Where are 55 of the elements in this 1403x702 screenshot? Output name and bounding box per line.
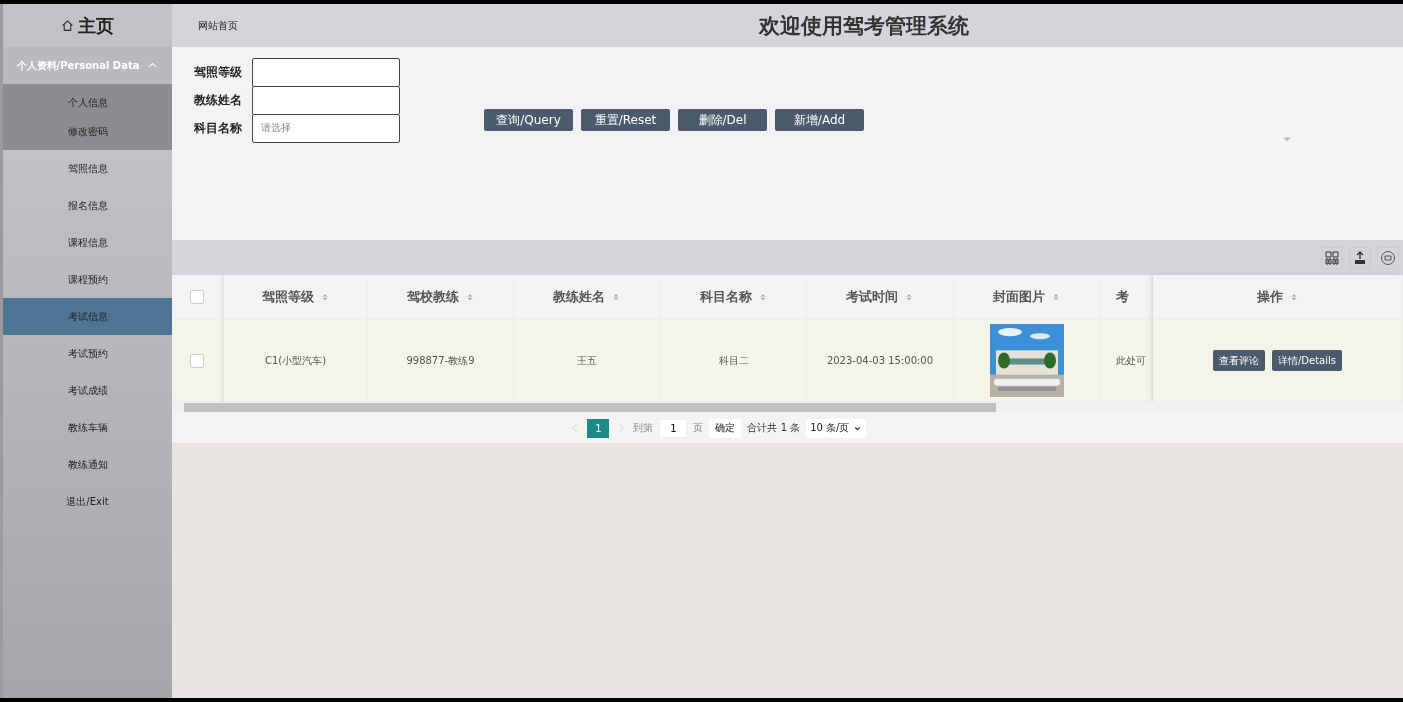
sort-icon[interactable]	[904, 292, 914, 302]
menu-item[interactable]: 课程预约	[3, 261, 172, 298]
menu-item[interactable]: 教练通知	[3, 446, 172, 483]
action-button[interactable]: 查看评论	[1212, 350, 1265, 371]
table-cell: 王五	[577, 353, 597, 368]
sort-icon[interactable]	[611, 292, 621, 302]
menu-item[interactable]: 教练车辆	[3, 409, 172, 446]
page-size-select[interactable]: 10 条/页	[806, 418, 866, 438]
column-header[interactable]: 考试时间	[846, 288, 898, 306]
column-header[interactable]: 操作	[1256, 288, 1283, 306]
action-button[interactable]: 详情/Details	[1271, 350, 1342, 371]
menu-item[interactable]: 考试预约	[3, 335, 172, 372]
breadcrumb-link[interactable]: 网站首页	[198, 18, 238, 33]
field-label: 驾照等级	[194, 63, 243, 81]
home-link[interactable]: 主页	[78, 13, 114, 38]
menu-item[interactable]: 驾照信息	[3, 150, 172, 187]
goto-label: 到第	[633, 421, 654, 435]
field-label: 教练姓名	[194, 91, 243, 109]
table-cell: 此处可	[1116, 353, 1146, 368]
export-icon[interactable]	[1349, 246, 1371, 269]
menu-item[interactable]: 报名信息	[3, 187, 172, 224]
column-header[interactable]: 科目名称	[699, 288, 752, 306]
action-button[interactable]: 新增/Add	[775, 109, 864, 131]
input-field[interactable]	[252, 57, 400, 87]
table-cell: 科目二	[718, 353, 749, 368]
table-cell: 2023-04-03 15:00:00	[826, 355, 934, 366]
total-count: 合计共 1 条	[747, 421, 801, 435]
column-header[interactable]: 驾照等级	[261, 288, 314, 306]
page-number[interactable]: 1	[587, 418, 610, 438]
columns-icon[interactable]	[1321, 246, 1343, 269]
horizontal-scrollbar[interactable]	[172, 402, 1403, 413]
submenu-item[interactable]: 个人信息	[3, 88, 172, 117]
column-header[interactable]: 教练姓名	[553, 288, 605, 306]
select-field[interactable]: 请选择	[252, 113, 400, 143]
column-header[interactable]: 封面图片	[992, 288, 1045, 306]
table-cell: C1(小型汽车)	[264, 353, 327, 368]
page-unit: 页	[693, 421, 704, 435]
submenu-item[interactable]: 修改密码	[3, 117, 172, 146]
table-cell: 998877-教练9	[406, 353, 475, 368]
confirm-button[interactable]: 确定	[709, 418, 742, 438]
input-field[interactable]	[252, 85, 400, 115]
checkbox[interactable]	[189, 353, 204, 368]
menu-item[interactable]: 考试成绩	[3, 372, 172, 409]
action-button[interactable]: 删除/Del	[678, 109, 767, 131]
action-button[interactable]: 重置/Reset	[581, 109, 670, 131]
checkbox[interactable]	[189, 290, 204, 304]
column-header[interactable]: 驾校教练	[406, 288, 459, 306]
column-header[interactable]: 考	[1116, 288, 1129, 306]
menu-item[interactable]: 课程信息	[3, 224, 172, 261]
page-input[interactable]: 1	[659, 418, 688, 438]
home-icon[interactable]	[61, 19, 74, 32]
action-button[interactable]: 查询/Query	[484, 109, 573, 131]
menu-item[interactable]: 退出/Exit	[3, 483, 172, 520]
field-label: 科目名称	[194, 119, 243, 137]
page-title: 欢迎使用驾考管理系统	[759, 12, 969, 40]
